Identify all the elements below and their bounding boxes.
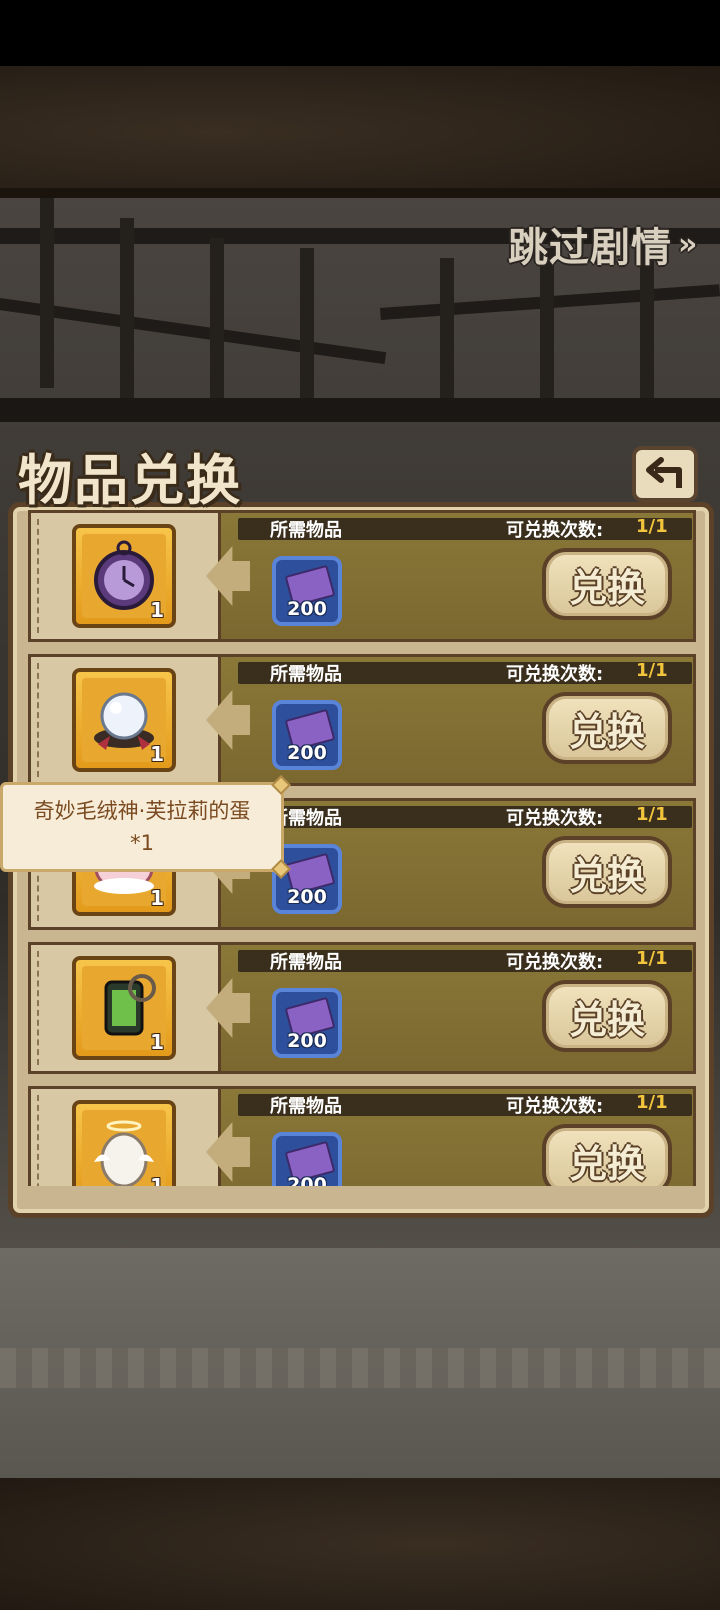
exchange-count-value: 1/1: [636, 948, 668, 969]
required-items-label: 所需物品: [270, 952, 342, 973]
cost-item-slot[interactable]: 200: [272, 556, 342, 626]
reward-qty: 1: [150, 886, 164, 910]
exchange-count-value: 1/1: [636, 804, 668, 825]
cost-item-slot[interactable]: 200: [272, 988, 342, 1058]
panel-title: 物品兑换: [18, 449, 242, 512]
cost-item-slot[interactable]: 200: [272, 700, 342, 770]
cost-item-slot[interactable]: 200: [272, 1132, 342, 1186]
reward-item-slot[interactable]: 1: [72, 956, 176, 1060]
cost-qty: 200: [287, 1174, 327, 1186]
reward-item-slot[interactable]: 1: [72, 524, 176, 628]
required-items-label: 所需物品: [270, 1096, 342, 1117]
exchange-count-value: 1/1: [636, 516, 668, 537]
exchange-count-value: 1/1: [636, 1092, 668, 1113]
cost-qty: 200: [287, 886, 327, 908]
cost-qty: 200: [287, 1030, 327, 1052]
double-chevron-right-icon: »: [678, 226, 699, 262]
exchange-count-value: 1/1: [636, 660, 668, 681]
return-arrow-icon: [646, 457, 682, 488]
exchange-button[interactable]: 兑换: [542, 692, 672, 764]
exchange-count-label: 可兑换次数:: [506, 1096, 604, 1117]
skip-story-button[interactable]: 跳过剧情 »: [508, 218, 699, 271]
reward-qty: 1: [150, 1174, 164, 1186]
top-decor-band: [0, 66, 720, 198]
exchange-row: 所需物品 可兑换次数: 1/1 1 200 兑换: [28, 654, 696, 786]
exchange-row: 所需物品 可兑换次数: 1/1 1 200 兑换: [28, 510, 696, 642]
exchange-row: 所需物品 可兑换次数: 1/1 1 200 兑换: [28, 1086, 696, 1186]
cost-qty: 200: [287, 598, 327, 620]
exchange-button[interactable]: 兑换: [542, 980, 672, 1052]
cost-qty: 200: [287, 742, 327, 764]
exchange-count-label: 可兑换次数:: [506, 664, 604, 685]
exchange-count-label: 可兑换次数:: [506, 520, 604, 541]
required-items-label: 所需物品: [270, 520, 342, 541]
reward-item-slot[interactable]: 1: [72, 668, 176, 772]
reward-qty: 1: [150, 742, 164, 766]
status-bar: [0, 0, 720, 66]
tooltip-qty: *1: [130, 831, 154, 855]
exchange-row: 所需物品 可兑换次数: 1/1 1 200 兑换: [28, 942, 696, 1074]
exchange-button[interactable]: 兑换: [542, 1124, 672, 1186]
skip-story-label: 跳过剧情: [508, 225, 672, 271]
exchange-count-label: 可兑换次数:: [506, 952, 604, 973]
exchange-button[interactable]: 兑换: [542, 836, 672, 908]
bottom-decor-band: [0, 1478, 720, 1610]
exchange-button[interactable]: 兑换: [542, 548, 672, 620]
back-button[interactable]: [632, 446, 698, 502]
reward-qty: 1: [150, 598, 164, 622]
reward-qty: 1: [150, 1030, 164, 1054]
required-items-label: 所需物品: [270, 664, 342, 685]
exchange-count-label: 可兑换次数:: [506, 808, 604, 829]
reward-item-slot[interactable]: 1: [72, 1100, 176, 1186]
tooltip-title: 奇妙毛绒神·芙拉莉的蛋: [33, 799, 251, 823]
item-tooltip: 奇妙毛绒神·芙拉莉的蛋 *1: [0, 782, 284, 872]
